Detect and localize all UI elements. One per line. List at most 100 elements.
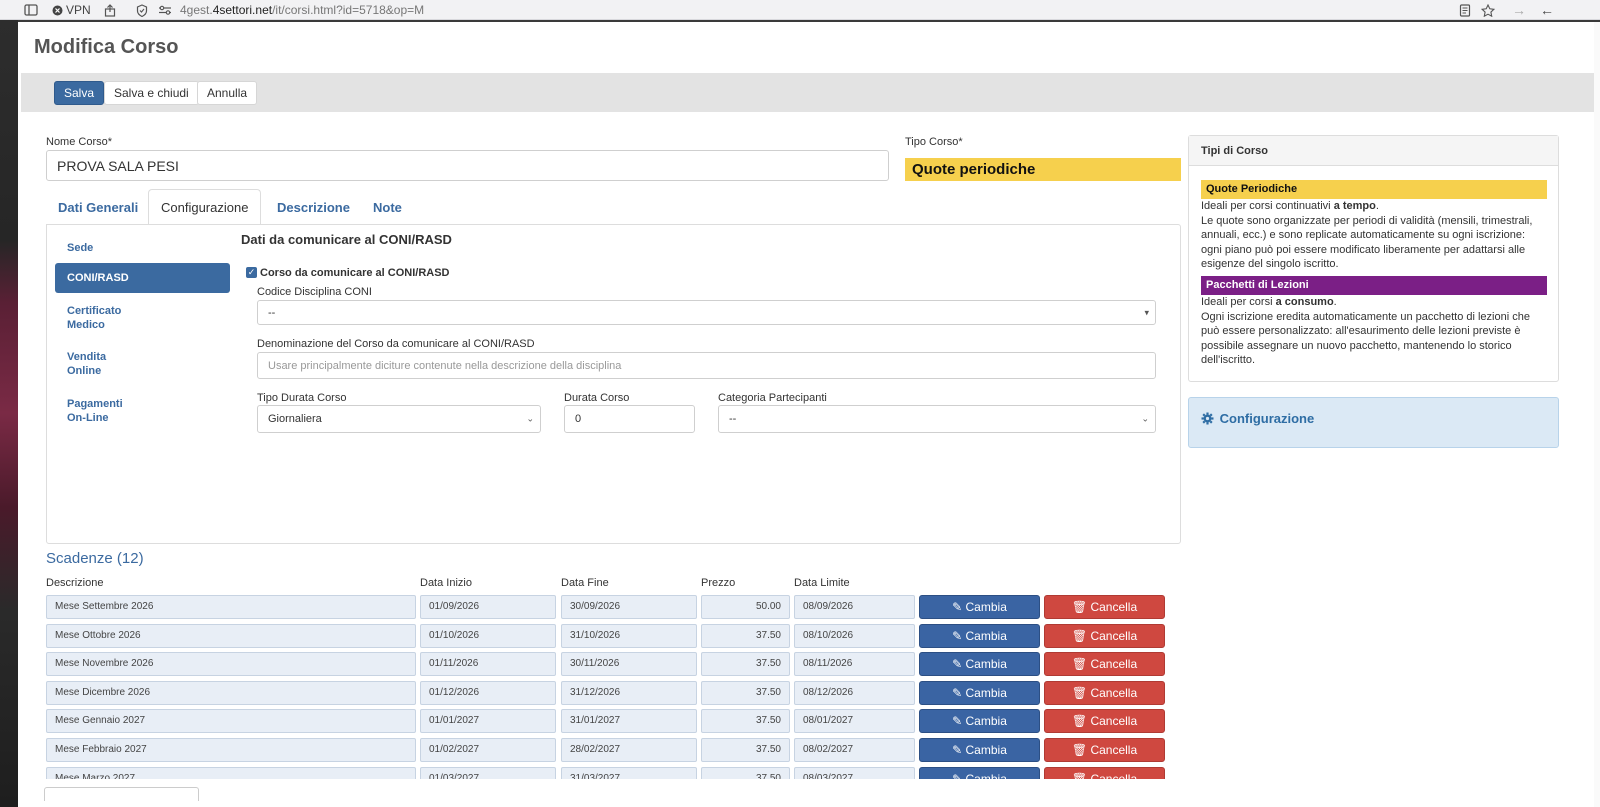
descrizione-cell[interactable]: Mese Febbraio 2027 <box>46 738 416 762</box>
data-inizio-cell[interactable]: 01/02/2027 <box>420 738 556 762</box>
prezzo-cell[interactable]: 37.50 <box>701 738 790 762</box>
descrizione-cell[interactable]: Mese Gennaio 2027 <box>46 709 416 734</box>
configurazione-panel: Sede CONI/RASD Certificato Medico Vendit… <box>46 224 1181 544</box>
cancella-button[interactable]: 🗑 Cancella <box>1044 680 1165 705</box>
pencil-icon: ✎ <box>952 657 963 672</box>
data-limite-cell[interactable]: 08/02/2027 <box>794 738 915 762</box>
prezzo-cell[interactable]: 37.50 <box>701 623 790 648</box>
tab-dati-generali[interactable]: Dati Generali <box>46 190 150 226</box>
tab-note[interactable]: Note <box>361 190 414 226</box>
cancella-button[interactable]: 🗑 Cancella <box>1044 738 1165 762</box>
save-close-button[interactable]: Salva e chiudi <box>104 81 199 105</box>
sidebar-toggle-icon[interactable] <box>24 0 38 20</box>
reader-mode-icon[interactable] <box>1459 0 1471 20</box>
data-fine-cell[interactable]: 31/12/2026 <box>561 680 697 705</box>
cancella-button[interactable]: 🗑 Cancella <box>1044 623 1165 648</box>
pencil-icon: ✎ <box>952 628 963 643</box>
data-fine-cell[interactable]: 30/11/2026 <box>561 652 697 677</box>
cambia-label: Cambia <box>965 600 1007 614</box>
data-fine-cell[interactable]: 31/01/2027 <box>561 709 697 734</box>
vpn-button[interactable]: VPN <box>52 0 91 20</box>
descrizione-cell[interactable]: Mese Settembre 2026 <box>46 595 416 619</box>
shield-icon[interactable] <box>136 0 148 20</box>
tipi-corso-panel: Tipi di Corso Quote Periodiche Ideali pe… <box>1188 135 1559 382</box>
chevron-down-icon: ⌄ <box>1141 413 1149 424</box>
tipi-corso-title: Tipi di Corso <box>1189 136 1558 166</box>
sidebar-item-coni-rasd[interactable]: CONI/RASD <box>55 263 230 293</box>
sidebar-item-sede[interactable]: Sede <box>55 241 230 255</box>
save-button[interactable]: Salva <box>54 81 105 105</box>
cancella-button[interactable]: 🗑 Cancella <box>1044 595 1165 619</box>
cambia-button[interactable]: ✎ Cambia <box>919 623 1040 648</box>
col-prezzo: Prezzo <box>701 577 736 589</box>
col-descrizione: Descrizione <box>46 577 104 589</box>
durata-corso-label: Durata Corso <box>564 392 630 404</box>
cambia-button[interactable]: ✎ Cambia <box>919 680 1040 705</box>
site-settings-icon[interactable] <box>158 0 172 20</box>
data-inizio-cell[interactable]: 01/10/2026 <box>420 623 556 648</box>
data-fine-cell[interactable]: 30/09/2026 <box>561 595 697 619</box>
descrizione-cell[interactable]: Mese Novembre 2026 <box>46 652 416 677</box>
trash-icon: 🗑 <box>1071 743 1088 757</box>
data-limite-cell[interactable]: 08/12/2026 <box>794 680 915 705</box>
cambia-button[interactable]: ✎ Cambia <box>919 595 1040 619</box>
denominazione-input[interactable]: Usare principalmente diciture contenute … <box>257 352 1156 379</box>
coni-checkbox[interactable]: ✓ <box>246 267 257 278</box>
categoria-select[interactable]: -- ⌄ <box>718 405 1156 433</box>
configurazione-collapsible[interactable]: Configurazione <box>1188 397 1559 448</box>
col-data-limite: Data Limite <box>794 577 850 589</box>
quote-description: Le quote sono organizzate per periodi di… <box>1201 214 1533 271</box>
prezzo-cell[interactable]: 37.50 <box>701 652 790 677</box>
data-limite-cell[interactable]: 08/09/2026 <box>794 595 915 619</box>
bottom-input[interactable] <box>44 787 199 801</box>
descrizione-cell[interactable]: Mese Ottobre 2026 <box>46 623 416 648</box>
cancella-button[interactable]: 🗑 Cancella <box>1044 652 1165 677</box>
cambia-button[interactable]: ✎ Cambia <box>919 652 1040 677</box>
sidebar-item-pagamenti-online[interactable]: Pagamenti On-Line <box>55 397 145 425</box>
tipo-corso-label: Tipo Corso* <box>905 136 963 148</box>
data-inizio-cell[interactable]: 01/09/2026 <box>420 595 556 619</box>
denominazione-label: Denominazione del Corso da comunicare al… <box>257 338 535 350</box>
tab-configurazione[interactable]: Configurazione <box>148 189 262 225</box>
codice-disciplina-select[interactable]: -- ▾ <box>257 300 1156 325</box>
address-bar[interactable]: 4gest.4settori.net/it/corsi.html?id=5718… <box>180 3 424 17</box>
data-inizio-cell[interactable]: 01/12/2026 <box>420 680 556 705</box>
scrollbar[interactable] <box>1594 22 1600 807</box>
tipo-corso-value: Quote periodiche <box>905 158 1181 181</box>
trash-icon: 🗑 <box>1071 600 1088 614</box>
data-fine-cell[interactable]: 28/02/2027 <box>561 738 697 762</box>
cambia-button[interactable]: ✎ Cambia <box>919 738 1040 762</box>
data-limite-cell[interactable]: 08/10/2026 <box>794 623 915 648</box>
durata-corso-input[interactable]: 0 <box>564 405 695 433</box>
cambia-label: Cambia <box>965 743 1007 757</box>
pencil-icon: ✎ <box>952 714 963 729</box>
nome-corso-input[interactable]: PROVA SALA PESI <box>46 150 889 181</box>
codice-disciplina-label: Codice Disciplina CONI <box>257 286 372 298</box>
cancella-label: Cancella <box>1090 685 1138 700</box>
cancel-button[interactable]: Annulla <box>197 81 258 105</box>
sidebar-item-certificato-medico[interactable]: Certificato Medico <box>55 304 145 332</box>
quote-intro: Ideali per corsi continuativi a tempo. <box>1201 200 1379 212</box>
data-inizio-cell[interactable]: 01/01/2027 <box>420 709 556 734</box>
cambia-button[interactable]: ✎ Cambia <box>919 709 1040 734</box>
data-limite-cell[interactable]: 08/11/2026 <box>794 652 915 677</box>
prezzo-cell[interactable]: 37.50 <box>701 680 790 705</box>
prezzo-cell[interactable]: 50.00 <box>701 595 790 619</box>
data-fine-cell[interactable]: 31/10/2026 <box>561 623 697 648</box>
back-arrow-icon[interactable]: ← <box>1540 0 1554 20</box>
cambia-label: Cambia <box>965 685 1007 700</box>
tipo-durata-label: Tipo Durata Corso <box>257 392 347 404</box>
tab-descrizione[interactable]: Descrizione <box>265 190 362 226</box>
forward-arrow-icon[interactable]: → <box>1512 0 1526 20</box>
cancella-button[interactable]: 🗑 Cancella <box>1044 709 1165 734</box>
descrizione-cell[interactable]: Mese Dicembre 2026 <box>46 680 416 705</box>
prezzo-cell[interactable]: 37.50 <box>701 709 790 734</box>
sidebar-item-vendita-online[interactable]: Vendita Online <box>55 350 135 378</box>
bookmark-star-icon[interactable] <box>1481 0 1495 20</box>
tipo-durata-select[interactable]: Giornaliera ⌄ <box>257 405 541 433</box>
data-limite-cell[interactable]: 08/01/2027 <box>794 709 915 734</box>
col-data-inizio: Data Inizio <box>420 577 472 589</box>
share-icon[interactable] <box>104 0 116 20</box>
data-inizio-cell[interactable]: 01/11/2026 <box>420 652 556 677</box>
url-path: /it/corsi.html?id=5718&op=M <box>272 3 425 17</box>
